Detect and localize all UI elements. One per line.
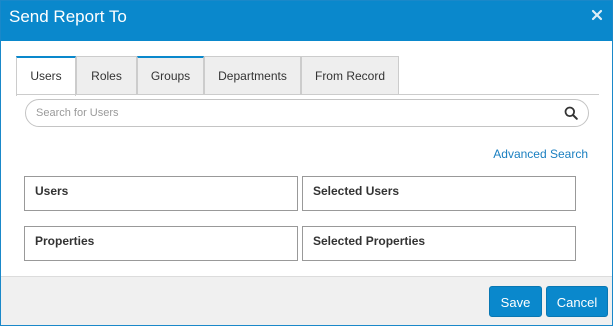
close-icon[interactable] <box>591 9 603 21</box>
dialog-footer: Save Cancel <box>1 276 612 325</box>
tab-divider <box>16 94 599 95</box>
tab-groups[interactable]: Groups <box>137 56 204 94</box>
tab-departments[interactable]: Departments <box>204 56 301 94</box>
save-button[interactable]: Save <box>489 286 542 317</box>
tab-roles[interactable]: Roles <box>76 56 137 94</box>
dialog-title: Send Report To <box>9 7 127 26</box>
cancel-button[interactable]: Cancel <box>546 286 608 317</box>
tab-from-record-label: From Record <box>314 69 385 83</box>
search-box <box>25 99 589 127</box>
search-icon[interactable] <box>564 106 578 120</box>
tab-roles-label: Roles <box>91 69 122 83</box>
properties-panel[interactable]: Properties <box>24 226 298 261</box>
tab-users-label: Users <box>30 69 62 83</box>
tab-from-record[interactable]: From Record <box>301 56 399 94</box>
dialog-titlebar: Send Report To <box>1 1 612 41</box>
selected-properties-panel-label: Selected Properties <box>313 234 426 248</box>
selected-properties-panel[interactable]: Selected Properties <box>302 226 576 261</box>
send-report-dialog: Send Report To Users Roles Groups Depart… <box>0 0 613 326</box>
tab-users[interactable]: Users <box>16 56 76 96</box>
selected-users-panel[interactable]: Selected Users <box>302 176 576 211</box>
tab-groups-label: Groups <box>150 69 191 83</box>
users-panel-label: Users <box>35 184 69 198</box>
users-panel[interactable]: Users <box>24 176 298 211</box>
search-input[interactable] <box>36 104 556 122</box>
tab-departments-label: Departments <box>218 69 287 83</box>
properties-panel-label: Properties <box>35 234 95 248</box>
selected-users-panel-label: Selected Users <box>313 184 400 198</box>
advanced-search-link[interactable]: Advanced Search <box>493 147 588 161</box>
